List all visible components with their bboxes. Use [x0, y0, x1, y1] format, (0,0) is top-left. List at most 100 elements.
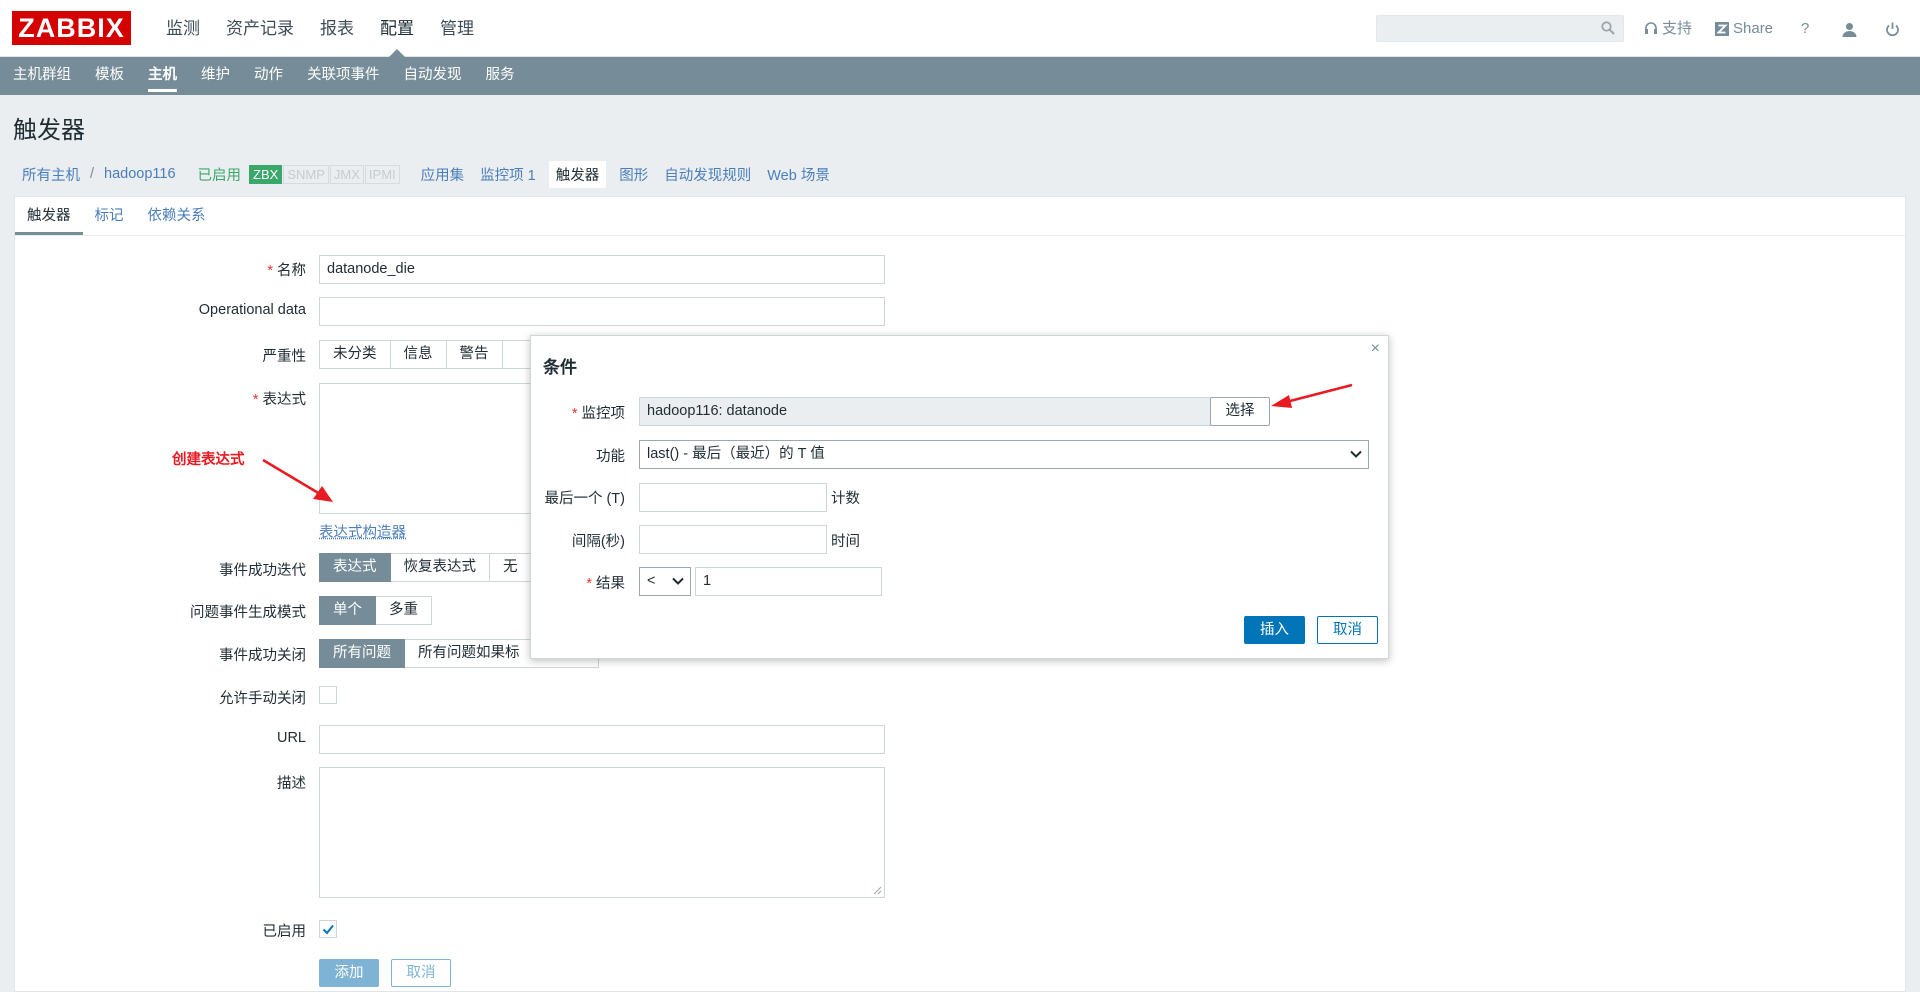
expression-textarea[interactable]: [319, 383, 535, 514]
expression-builder-link[interactable]: 表达式构造器: [319, 521, 406, 542]
last-unit: 计数: [831, 491, 860, 507]
severity-information[interactable]: 信息: [390, 340, 447, 369]
checkmark-icon: [322, 924, 334, 935]
share-link[interactable]: Share: [1715, 19, 1773, 39]
enabled-checkbox[interactable]: [319, 920, 337, 938]
power-icon: [1886, 22, 1899, 36]
zabbix-logo[interactable]: ZABBIX: [12, 11, 131, 45]
subnav-hosts[interactable]: 主机: [139, 57, 186, 95]
breadcrumb-host[interactable]: hadoop116: [104, 166, 176, 182]
host-status-enabled[interactable]: 已启用: [198, 164, 242, 185]
subnav-discovery[interactable]: 自动发现: [395, 57, 471, 95]
ok-close-all-problems[interactable]: 所有问题: [319, 639, 405, 668]
help-icon: ?: [1801, 20, 1810, 37]
main-nav-administration[interactable]: 管理: [430, 0, 484, 57]
interval-unit: 时间: [831, 534, 860, 550]
recovery-label: 事件成功迭代: [219, 563, 306, 579]
host-tab-applications[interactable]: 应用集: [421, 164, 465, 185]
description-textarea[interactable]: [319, 767, 885, 898]
result-operator-select[interactable]: <: [639, 567, 691, 596]
manual-close-checkbox[interactable]: [319, 686, 337, 704]
severity-more[interactable]: [502, 340, 533, 369]
result-value-input[interactable]: 1: [695, 567, 882, 596]
severity-warning[interactable]: 警告: [446, 340, 503, 369]
tab-trigger[interactable]: 触发器: [15, 197, 83, 235]
problem-mode-label: 问题事件生成模式: [190, 605, 306, 621]
recovery-none[interactable]: 无: [490, 553, 532, 582]
severity-label: 严重性: [262, 349, 307, 365]
host-tab-discovery-rules[interactable]: 自动发现规则: [664, 164, 751, 185]
subnav-actions[interactable]: 动作: [245, 57, 292, 95]
main-nav-inventory[interactable]: 资产记录: [216, 0, 304, 57]
close-icon[interactable]: ×: [1371, 340, 1380, 358]
last-input[interactable]: [639, 483, 827, 512]
chevron-down-icon: [1350, 450, 1362, 458]
severity-not-classified[interactable]: 未分类: [319, 340, 391, 369]
add-button[interactable]: 添加: [319, 959, 379, 987]
select-item-button[interactable]: 选择: [1210, 397, 1270, 426]
subnav-event-correlation[interactable]: 关联项事件: [298, 57, 389, 95]
search-icon[interactable]: [1601, 21, 1615, 35]
annotation-create-expression: 创建表达式: [172, 452, 245, 468]
item-label: 监控项: [572, 402, 626, 423]
search-input[interactable]: [1376, 15, 1624, 42]
availability-badges: ZBX SNMP JMX IPMI: [249, 164, 401, 184]
host-tab-web-scenarios[interactable]: Web 场景: [767, 164, 830, 185]
last-label: 最后一个 (T): [544, 491, 625, 507]
main-nav-monitoring[interactable]: 监测: [156, 0, 210, 57]
function-select[interactable]: last() - 最后（最近）的 T 值: [639, 440, 1369, 469]
main-nav: 监测 资产记录 报表 配置 管理: [156, 0, 490, 57]
badge-zbx: ZBX: [249, 164, 283, 184]
ok-close-label: 事件成功关闭: [219, 648, 306, 664]
opdata-label: Operational data: [198, 302, 306, 318]
recovery-recovery-expression[interactable]: 恢复表达式: [390, 553, 490, 582]
annotation-arrow-icon: [1271, 383, 1353, 408]
insert-button[interactable]: 插入: [1244, 616, 1305, 644]
subnav-maintenance[interactable]: 维护: [192, 57, 239, 95]
item-input[interactable]: hadoop116: datanode: [639, 397, 1215, 426]
cancel-button[interactable]: 取消: [391, 959, 451, 987]
opdata-input[interactable]: [319, 297, 885, 326]
badge-jmx: JMX: [329, 164, 364, 184]
help-button[interactable]: ?: [1801, 19, 1809, 39]
description-label: 描述: [277, 776, 306, 792]
tab-tags[interactable]: 标记: [83, 197, 136, 235]
resize-handle-icon[interactable]: [873, 886, 882, 895]
annotation-arrow-icon: [262, 458, 333, 502]
subnav-services[interactable]: 服务: [477, 57, 524, 95]
user-icon: [1842, 22, 1857, 37]
breadcrumb-all-hosts[interactable]: 所有主机: [22, 164, 80, 185]
recovery-radio-group: 表达式 恢复表达式 无: [319, 553, 532, 582]
problem-mode-multiple[interactable]: 多重: [376, 596, 432, 625]
share-label: Share: [1733, 20, 1774, 37]
user-profile-button[interactable]: [1842, 19, 1857, 39]
condition-dialog: 条件 × 监控项 hadoop116: datanode 选择 功能 last(…: [530, 335, 1389, 659]
result-label: 结果: [586, 572, 625, 593]
function-label: 功能: [596, 449, 625, 465]
tab-dependencies[interactable]: 依赖关系: [136, 197, 218, 235]
expression-label: 表达式: [253, 388, 307, 409]
result-operator-value: <: [647, 573, 656, 589]
manual-close-label: 允许手动关闭: [219, 691, 306, 707]
host-tab-items[interactable]: 监控项 1: [480, 164, 536, 185]
recovery-expression[interactable]: 表达式: [319, 553, 391, 582]
host-tab-triggers[interactable]: 触发器: [547, 159, 608, 189]
enabled-label: 已启用: [262, 924, 307, 940]
host-breadcrumb: 所有主机 / hadoop116 已启用 ZBX SNMP JMX IPMI 应…: [14, 159, 1906, 189]
main-nav-configuration[interactable]: 配置: [370, 0, 424, 57]
support-link[interactable]: 支持: [1644, 19, 1692, 39]
problem-mode-single[interactable]: 单个: [319, 596, 376, 625]
host-tab-graphs[interactable]: 图形: [619, 164, 648, 185]
subnav-host-groups[interactable]: 主机群组: [4, 57, 80, 95]
main-nav-reports[interactable]: 报表: [310, 0, 364, 57]
url-input[interactable]: [319, 725, 885, 754]
subnav-templates[interactable]: 模板: [86, 57, 133, 95]
top-header: ZABBIX 监测 资产记录 报表 配置 管理 支持 Share ?: [0, 0, 1920, 57]
name-input[interactable]: datanode_die: [319, 255, 885, 284]
interval-input[interactable]: [639, 525, 827, 554]
dialog-cancel-button[interactable]: 取消: [1317, 616, 1378, 644]
problem-mode-radio-group: 单个 多重: [319, 596, 432, 625]
breadcrumb-separator: /: [90, 166, 95, 182]
function-selected-value: last() - 最后（最近）的 T 值: [647, 446, 825, 462]
logout-button[interactable]: [1885, 19, 1900, 39]
